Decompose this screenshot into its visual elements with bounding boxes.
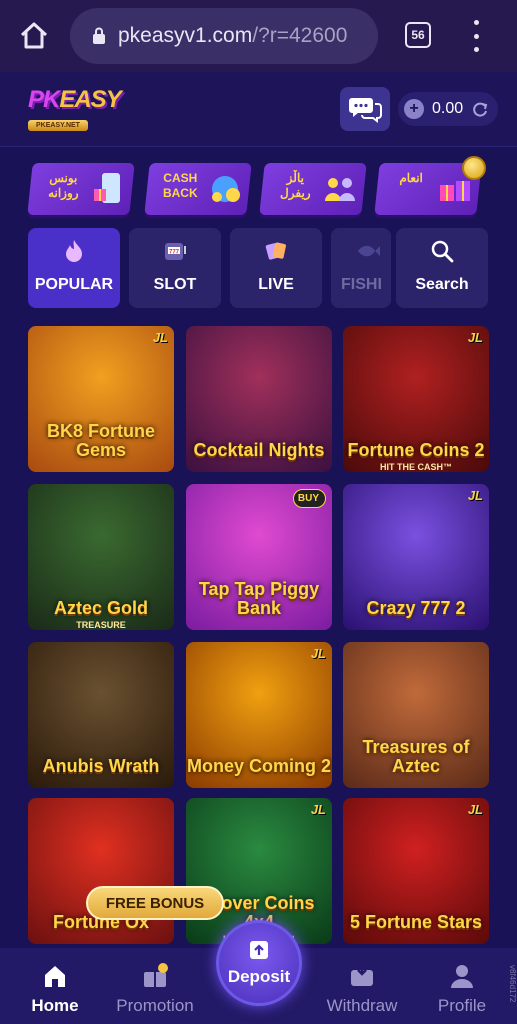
nav-withdraw[interactable]: Withdraw: [312, 962, 412, 1022]
promo-cashback[interactable]: CASH BACK: [144, 163, 252, 215]
promo-daily-bonus[interactable]: بونس روزانه: [27, 163, 135, 215]
game-tile[interactable]: JL 5 Fortune Stars: [343, 798, 489, 944]
game-tile[interactable]: JL Fortune Coins 2 HIT THE CASH™: [343, 326, 489, 472]
game-title: Tap Tap Piggy Bank: [198, 579, 320, 618]
promo-shortcuts: بونس روزانه CASH BACK ياڵز ريفرل انعام: [27, 163, 490, 219]
svg-text:777: 777: [169, 250, 180, 256]
game-tile[interactable]: Fortune Ox: [28, 798, 174, 944]
balance-display: + 0.00: [398, 92, 498, 126]
game-grid: JL BK8 Fortune Gems Cocktail Nights JL Fortu…: [28, 326, 490, 946]
game-title: Fortune Coins 2: [347, 440, 485, 460]
game-title: 5 Fortune Stars: [349, 912, 483, 932]
app-header: PKEASY PKEASY.NET + 0.00: [0, 72, 517, 147]
game-tile[interactable]: Cocktail Nights: [186, 326, 332, 472]
provider-tag: JL: [310, 802, 326, 817]
game-title: Anubis Wrath: [42, 756, 160, 776]
free-bonus-button[interactable]: FREE BONUS: [86, 886, 224, 920]
provider-tag: JL: [467, 802, 483, 817]
flame-icon: [66, 240, 82, 262]
nav-home[interactable]: Home: [5, 962, 105, 1022]
game-title: BK8 Fortune Gems: [47, 421, 155, 460]
tab-popular[interactable]: POPULAR: [28, 228, 120, 308]
tab-search[interactable]: Search: [396, 228, 488, 308]
deposit-icon: [250, 941, 268, 959]
chat-bubbles-icon: [349, 98, 382, 123]
version-label: v8f46d172: [508, 965, 517, 1003]
game-subtitle: HIT THE CASH™: [380, 462, 452, 472]
cards-icon: [265, 242, 286, 260]
nav-promotion[interactable]: Promotion: [105, 962, 205, 1022]
provider-tag: JL: [467, 488, 483, 503]
tab-live[interactable]: LIVE: [230, 228, 322, 308]
promo-referral[interactable]: ياڵز ريفرل: [259, 163, 367, 215]
game-tile[interactable]: Treasures of Aztec: [343, 642, 489, 788]
tab-fishing[interactable]: FISHI: [331, 228, 391, 308]
lock-icon: [93, 27, 105, 44]
nav-profile[interactable]: Profile: [412, 962, 512, 1022]
provider-tag: JL: [152, 330, 168, 345]
game-tile[interactable]: JL Money Coming 2: [186, 642, 332, 788]
slot-machine-icon: 777: [165, 243, 186, 260]
home-icon[interactable]: [18, 20, 50, 52]
game-tile[interactable]: JL BK8 Fortune Gems: [28, 326, 174, 472]
wallet-icon: [351, 964, 373, 986]
refresh-icon[interactable]: [471, 100, 489, 118]
gift-icon: [144, 963, 168, 987]
provider-tag: JL: [310, 646, 326, 661]
phone-gift-icon: [94, 173, 120, 203]
url-path: /?r=42600: [252, 24, 348, 47]
user-icon: [451, 965, 473, 988]
site-logo[interactable]: PKEASY PKEASY.NET: [28, 86, 122, 134]
chat-button[interactable]: [340, 87, 390, 131]
game-tile[interactable]: BUY Tap Tap Piggy Bank: [186, 484, 332, 630]
game-tile[interactable]: Anubis Wrath: [28, 642, 174, 788]
buy-badge: BUY: [292, 489, 326, 508]
tab-slot[interactable]: 777 SLOT: [129, 228, 221, 308]
people-icon: [325, 178, 355, 201]
add-funds-icon[interactable]: +: [404, 99, 424, 119]
game-tile[interactable]: JL Crazy 777 2: [343, 484, 489, 630]
browser-toolbar: pkeasyv1.com/?r=42600 56: [0, 0, 517, 72]
provider-tag: JL: [467, 330, 483, 345]
deposit-button[interactable]: Deposit: [216, 920, 302, 1006]
game-title: Cocktail Nights: [193, 440, 325, 460]
game-title: Crazy 777 2: [366, 598, 466, 618]
coin-icon: [462, 156, 486, 180]
game-tile[interactable]: Aztec Gold TREASURE: [28, 484, 174, 630]
tab-switcher-button[interactable]: 56: [405, 22, 431, 48]
coins-icon: [212, 176, 240, 202]
browser-menu-icon[interactable]: [470, 20, 482, 52]
address-bar[interactable]: pkeasyv1.com/?r=42600: [70, 8, 378, 64]
balance-value: 0.00: [432, 100, 464, 117]
category-tabs: POPULAR 777 SLOT LIVE FISHI Search: [28, 228, 490, 310]
url-domain: pkeasyv1.com: [118, 24, 253, 47]
home-icon: [45, 966, 65, 987]
game-title: Money Coming 2: [186, 756, 331, 776]
fish-icon: [358, 245, 380, 257]
game-title: Treasures of Aztec: [362, 737, 470, 776]
game-subtitle: TREASURE: [76, 620, 126, 630]
search-icon: [431, 240, 454, 263]
game-title: Aztec Gold: [53, 598, 148, 618]
